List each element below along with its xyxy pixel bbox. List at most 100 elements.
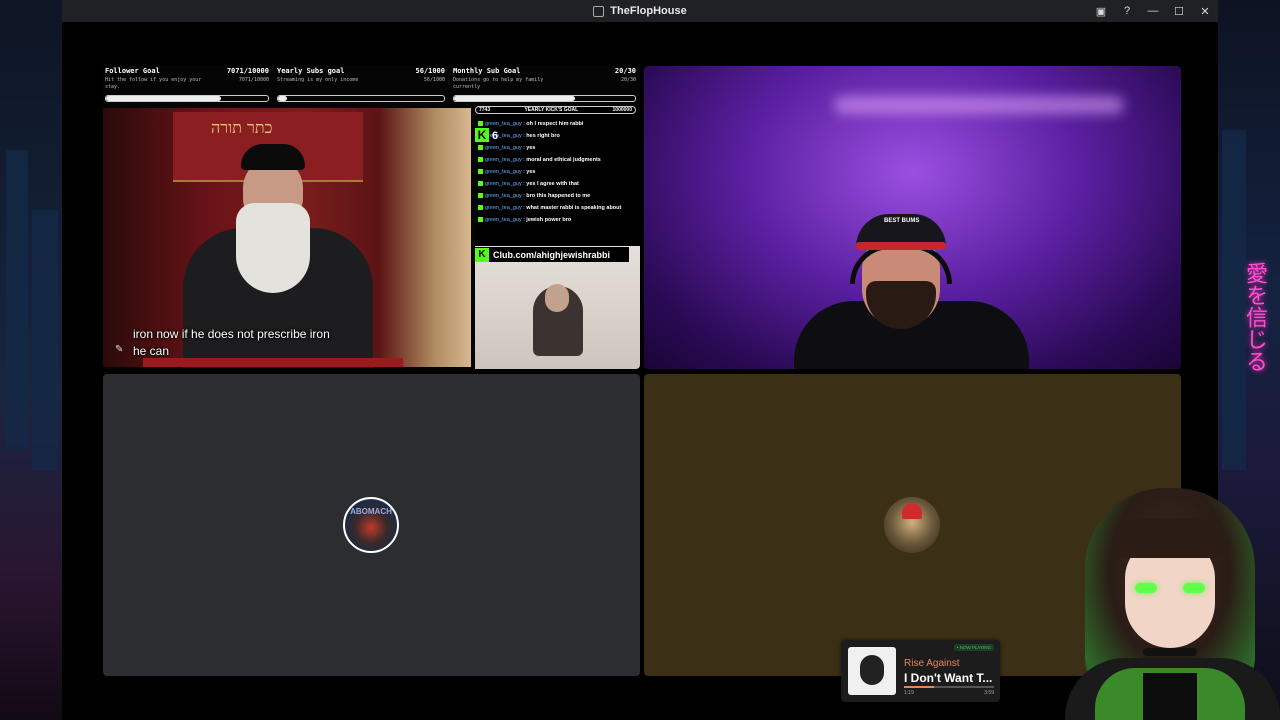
neon-sign: 愛を信じる <box>1242 262 1267 372</box>
goal-title: Yearly Subs goal <box>277 67 345 75</box>
album-art-figure <box>860 655 884 685</box>
main-video: כתר תורה iron now if he does not prescri… <box>103 108 471 368</box>
neon-light-strip <box>834 96 1124 114</box>
chat-messages: green_tea_guy : oh I respect him rabbi gr… <box>478 118 638 226</box>
help-icon[interactable]: ? <box>1114 0 1140 22</box>
monthly-sub-goal: Monthly Sub Goal 20/30 Donations go to h… <box>451 66 638 102</box>
kick-badge-icon <box>478 121 483 127</box>
stream-tile[interactable]: Follower Goal 7071/10000 Hit the follow … <box>103 66 640 369</box>
goal-progress-bar <box>453 95 636 102</box>
chat-text: oh I respect him rabbi <box>526 121 584 127</box>
kick-badge-icon <box>478 169 483 175</box>
follower-goal: Follower Goal 7071/10000 Hit the follow … <box>103 66 271 102</box>
kick-badge-icon <box>478 181 483 187</box>
kick-count: 6 <box>492 130 499 142</box>
kick-badge-icon <box>478 205 483 211</box>
chat-message: green_tea_guy : yes I agree with that <box>478 178 638 190</box>
city-building <box>6 150 28 450</box>
chat-message: green_tea_guy : yes <box>478 142 638 154</box>
cap-logo: BEST BUMS <box>884 218 920 224</box>
track-duration: 3:59 <box>984 690 994 696</box>
goal-subtitle: Hit the follow if you enjoy your stay. <box>105 77 202 90</box>
vtuber-eye <box>1135 583 1157 593</box>
window-controls: ▣ ? — ☐ ✕ <box>1088 0 1218 22</box>
chat-username[interactable]: green_tea_guy <box>485 157 522 163</box>
goal-title: Follower Goal <box>105 67 160 75</box>
webcam-tile[interactable]: BEST BUMS <box>644 66 1181 369</box>
guest-camera <box>475 246 640 369</box>
app-icon <box>593 5 605 17</box>
chat-username[interactable]: green_tea_guy <box>485 205 522 211</box>
kick-goal-label: YEARLY KICK'S GOAL <box>524 107 579 113</box>
chat-text: bro this happened to me <box>526 193 591 199</box>
speaker-hat <box>241 144 305 170</box>
vtuber-shirt <box>1143 673 1197 720</box>
club-url: Club.com/ahighjewishrabbi <box>493 249 611 260</box>
kick-goal-bar: 7743 YEARLY KICK'S GOAL 1000000 <box>475 106 636 114</box>
chat-message: green_tea_guy : jewish power bro <box>478 214 638 226</box>
kick-goal-left: 7743 <box>479 107 491 113</box>
vtuber-choker <box>1143 648 1197 656</box>
chat-username[interactable]: green_tea_guy <box>485 145 522 151</box>
yearly-subs-goal: Yearly Subs goal 56/1000 Streaming is my… <box>275 66 447 102</box>
goal-value: 7071/10000 <box>226 67 269 75</box>
chat-message: green_tea_guy : oh I respect him rabbi <box>478 118 638 130</box>
chat-username[interactable]: green_tea_guy <box>485 133 522 139</box>
chat-message: green_tea_guy : what master rabbi is spe… <box>478 202 638 214</box>
goal-value-small: 56/1000 <box>423 77 445 83</box>
caption-line: iron now if he does not prescribe iron <box>133 327 330 341</box>
goal-value-small: 20/30 <box>620 77 636 83</box>
minimize-icon[interactable]: — <box>1140 0 1166 22</box>
chat-username[interactable]: green_tea_guy <box>485 193 522 199</box>
kick-logo-icon: K <box>475 128 489 142</box>
city-building <box>32 210 58 470</box>
desktop-background-left <box>0 0 66 720</box>
goal-progress-bar <box>105 95 269 102</box>
track-elapsed: 1:19 <box>904 690 914 696</box>
chat-message: green_tea_guy : hes right bro <box>478 130 638 142</box>
goal-value: 20/30 <box>614 67 636 75</box>
vtuber-avatar <box>1055 478 1280 720</box>
title-bar[interactable]: TheFlopHouse ▣ ? — ☐ ✕ <box>62 0 1218 22</box>
now-playing-badge: • NOW PLAYING <box>953 644 994 651</box>
inbox-icon[interactable]: ▣ <box>1088 0 1114 22</box>
chat-text: yes <box>526 169 536 175</box>
chat-overlay: 7743 YEARLY KICK'S GOAL 1000000 green_te… <box>475 106 640 244</box>
vtuber-eye <box>1183 583 1205 593</box>
participant-tile[interactable]: ABOMACH <box>103 374 640 676</box>
album-art <box>848 647 896 695</box>
chat-message: green_tea_guy : yes <box>478 166 638 178</box>
kick-badge-icon <box>478 217 483 223</box>
track-progress-fill <box>904 686 934 688</box>
kick-badge-icon <box>478 145 483 151</box>
goal-value: 56/1000 <box>415 67 445 75</box>
kick-badge-icon <box>478 157 483 163</box>
chat-username[interactable]: green_tea_guy <box>485 181 522 187</box>
vtuber-fringe <box>1115 518 1225 558</box>
ark-inscription: כתר תורה <box>211 118 273 137</box>
close-icon[interactable]: ✕ <box>1192 0 1218 22</box>
goal-value-small: 7071/10000 <box>238 77 269 83</box>
subtitle-caption: iron now if he does not prescribe iron h… <box>133 326 330 360</box>
goal-progress-fill <box>278 96 288 101</box>
window-title-text: TheFlopHouse <box>610 5 687 17</box>
kick-badge-icon <box>478 193 483 199</box>
now-playing-widget: • NOW PLAYING Rise Against I Don't Want … <box>841 640 1000 702</box>
caption-line: he can <box>133 344 170 358</box>
guest-head <box>545 284 569 312</box>
chat-message: green_tea_guy : bro this happened to me <box>478 190 638 202</box>
caption-icon: ✎ <box>115 344 124 355</box>
chat-message: green_tea_guy : moral and ethical judgme… <box>478 154 638 166</box>
chat-username[interactable]: green_tea_guy <box>485 121 522 127</box>
goal-progress-fill <box>106 96 221 101</box>
chat-text: jewish power bro <box>526 217 572 223</box>
chat-username[interactable]: green_tea_guy <box>485 169 522 175</box>
goal-subtitle: Donations go to help my family currently <box>453 77 544 90</box>
participant-avatar <box>884 497 940 553</box>
chat-username[interactable]: green_tea_guy <box>485 217 522 223</box>
maximize-icon[interactable]: ☐ <box>1166 0 1192 22</box>
track-progress-bar <box>904 686 994 688</box>
headset <box>850 244 952 284</box>
speaker-beard <box>236 203 310 293</box>
kick-goal-right: 1000000 <box>612 107 632 113</box>
